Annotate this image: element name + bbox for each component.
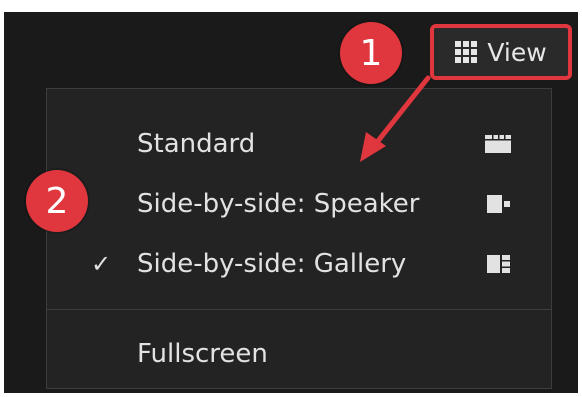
- menu-item-side-by-side-gallery[interactable]: ✓ Side-by-side: Gallery: [47, 235, 551, 293]
- menu-item-label: Fullscreen: [137, 339, 268, 369]
- menu-item-side-by-side-speaker[interactable]: Side-by-side: Speaker: [47, 175, 551, 233]
- meeting-window: View 1 Standard Side-by-side: Speaker ✓: [4, 12, 578, 393]
- annotation-step-2: 2: [26, 170, 88, 232]
- menu-item-standard[interactable]: Standard: [47, 115, 551, 173]
- menu-item-label: Standard: [137, 129, 256, 159]
- annotation-step-1: 1: [340, 22, 402, 84]
- menu-item-label: Side-by-side: Gallery: [137, 249, 407, 279]
- gallery-layout-icon: [487, 255, 510, 273]
- menu-divider: [47, 309, 551, 310]
- view-dropdown-menu: Standard Side-by-side: Speaker ✓ Side-by…: [46, 88, 552, 389]
- view-button[interactable]: View: [430, 24, 572, 80]
- check-icon: ✓: [91, 250, 112, 278]
- menu-item-fullscreen[interactable]: Fullscreen: [47, 325, 551, 383]
- grid-view-icon: [455, 41, 478, 63]
- menu-item-label: Side-by-side: Speaker: [137, 189, 420, 219]
- view-button-label: View: [487, 37, 547, 67]
- standard-layout-icon: [485, 135, 511, 153]
- speaker-layout-icon: [487, 195, 510, 213]
